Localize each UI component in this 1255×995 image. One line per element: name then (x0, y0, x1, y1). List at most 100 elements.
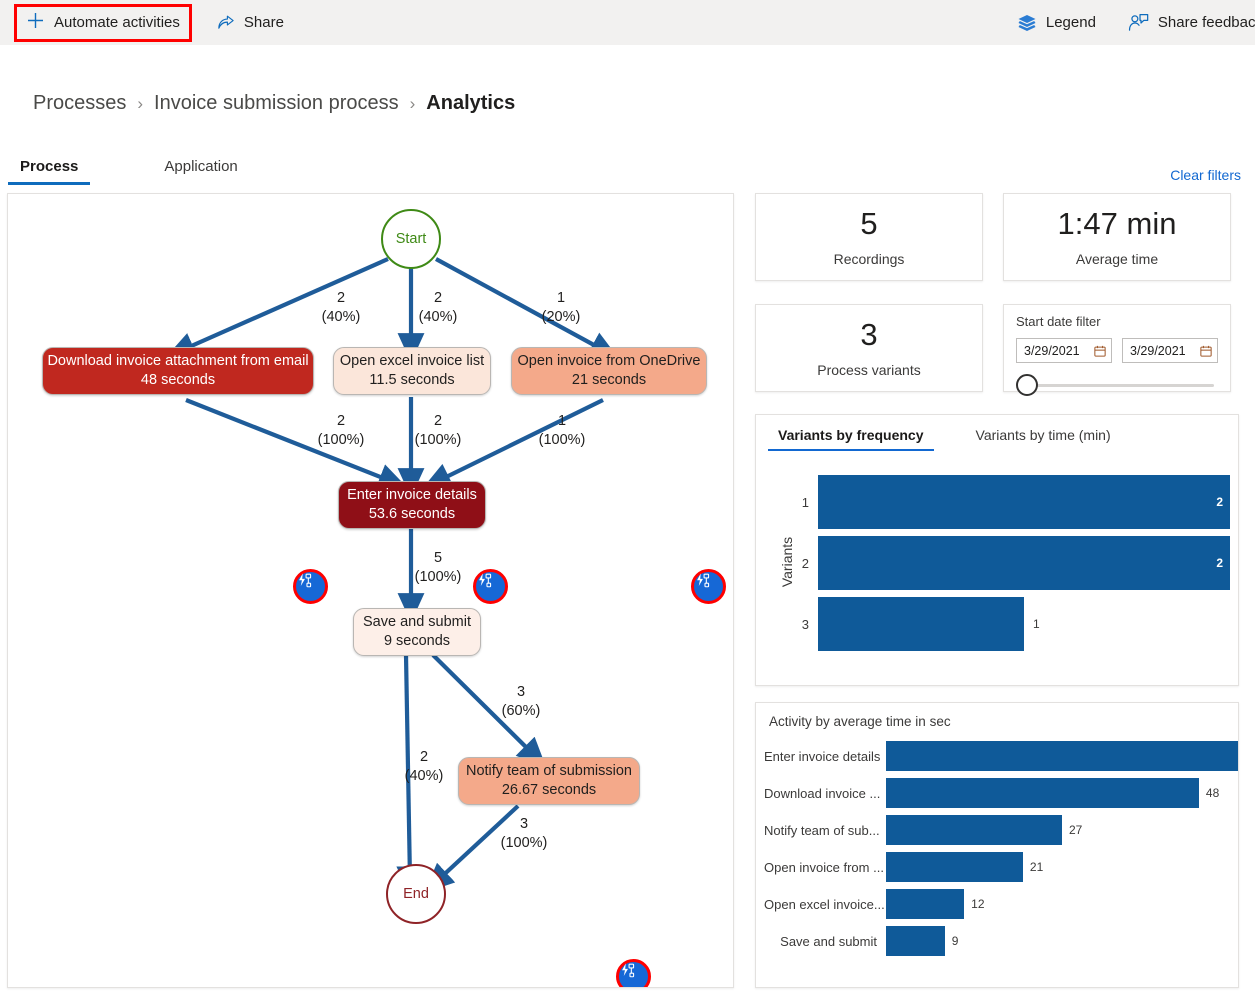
activity-bar-track: 9 (886, 926, 1238, 956)
calendar-icon[interactable] (1200, 345, 1212, 357)
automation-badge-onedrive[interactable] (691, 569, 726, 604)
variants-bar[interactable] (818, 536, 1230, 590)
person-feedback-icon (1128, 13, 1149, 33)
activity-bar-row[interactable]: Enter invoice details 5 (764, 741, 1238, 771)
process-map-edges (8, 194, 734, 988)
legend-label: Legend (1046, 14, 1096, 31)
activity-bar-track: 5 (886, 741, 1238, 771)
activity-bar-track: 48 (886, 778, 1238, 808)
share-icon (216, 13, 235, 32)
edge-label-notify-end: 3 (100%) (494, 815, 554, 852)
share-button[interactable]: Share (204, 7, 296, 39)
plus-icon (26, 11, 45, 34)
kpi-card-recordings: 5 Recordings (755, 193, 983, 281)
start-date-input[interactable]: 3/29/2021 (1016, 338, 1112, 363)
date-range-slider[interactable] (1016, 374, 1218, 396)
kpi-recordings-label: Recordings (834, 251, 905, 267)
edge-label-excel-enter: 2 (100%) (408, 412, 468, 449)
diagram-node-label-line2: 48 seconds (141, 371, 215, 390)
activity-bar-value: 21 (1030, 860, 1043, 874)
edge-pct: (60%) (491, 702, 551, 721)
edge-label-start-download: 2 (40%) (311, 289, 371, 326)
activity-bar[interactable] (886, 926, 945, 956)
automate-activities-button[interactable]: Automate activities (14, 4, 192, 42)
breadcrumb-separator-icon: › (137, 94, 143, 114)
activity-bar[interactable] (886, 815, 1062, 845)
breadcrumb: Processes › Invoice submission process ›… (33, 92, 515, 115)
tab-variants-by-frequency[interactable]: Variants by frequency (768, 427, 934, 451)
diagram-node-label-line1: Save and submit (363, 613, 471, 632)
diagram-node-end-label: End (403, 886, 429, 902)
diagram-node-save-and-submit[interactable]: Save and submit 9 seconds (353, 608, 481, 656)
activity-bar[interactable] (886, 852, 1023, 882)
variants-chart-card: Variants by frequency Variants by time (… (755, 414, 1239, 686)
automation-flow-icon (619, 962, 637, 980)
activity-bar[interactable] (886, 778, 1199, 808)
edge-pct: (40%) (311, 308, 371, 327)
diagram-node-label-line2: 21 seconds (572, 371, 646, 390)
end-date-value: 3/29/2021 (1130, 344, 1186, 358)
edge-pct: (20%) (531, 308, 591, 327)
automate-activities-label: Automate activities (54, 14, 180, 31)
variants-bar-track: 1 (818, 597, 1230, 651)
variants-chart-ylabel: Variants (779, 537, 795, 587)
variants-bar[interactable] (818, 597, 1024, 651)
tab-variants-by-time[interactable]: Variants by time (min) (966, 427, 1121, 449)
diagram-node-label-line1: Notify team of submission (466, 762, 632, 781)
kpi-average-time-label: Average time (1076, 251, 1158, 267)
edge-label-save-notify: 3 (60%) (491, 683, 551, 720)
activity-bar-row[interactable]: Download invoice ... 48 (764, 778, 1238, 808)
diagram-node-download-invoice-attachment[interactable]: Download invoice attachment from email 4… (42, 347, 314, 395)
tab-process[interactable]: Process (8, 158, 90, 185)
activity-bar-row[interactable]: Open invoice from ... 21 (764, 852, 1238, 882)
diagram-node-open-invoice-from-onedrive[interactable]: Open invoice from OneDrive 21 seconds (511, 347, 707, 395)
legend-button[interactable]: Legend (1005, 7, 1108, 39)
variants-bar-row[interactable]: 2 2 (796, 536, 1230, 590)
activity-bar-row[interactable]: Save and submit 9 (764, 926, 1238, 956)
breadcrumb-item-invoice-submission-process[interactable]: Invoice submission process (154, 92, 399, 115)
diagram-node-open-excel-invoice-list[interactable]: Open excel invoice list 11.5 seconds (333, 347, 491, 395)
edge-count: 5 (408, 549, 468, 568)
activity-bar-category: Open invoice from ... (764, 860, 886, 875)
variants-bar[interactable] (818, 475, 1230, 529)
diagram-node-notify-team-of-submission[interactable]: Notify team of submission 26.67 seconds (458, 757, 640, 805)
variants-bar-row[interactable]: 3 1 (796, 597, 1230, 651)
automation-badge-notify[interactable] (616, 959, 651, 988)
activity-bar-category: Notify team of sub... (764, 823, 886, 838)
edge-label-enter-save: 5 (100%) (408, 549, 468, 586)
activity-bar-row[interactable]: Open excel invoice... 12 (764, 889, 1238, 919)
edge-count: 2 (408, 412, 468, 431)
tab-application[interactable]: Application (152, 158, 249, 182)
activity-bar[interactable] (886, 741, 1238, 771)
edge-pct: (100%) (408, 568, 468, 587)
diagram-node-end[interactable]: End (386, 864, 446, 924)
kpi-process-variants-value: 3 (860, 318, 877, 352)
diagram-node-enter-invoice-details[interactable]: Enter invoice details 53.6 seconds (338, 481, 486, 529)
end-date-input[interactable]: 3/29/2021 (1122, 338, 1218, 363)
edge-pct: (40%) (408, 308, 468, 327)
calendar-icon[interactable] (1094, 345, 1106, 357)
edge-label-save-end: 2 (40%) (394, 748, 454, 785)
automation-badge-excel[interactable] (473, 569, 508, 604)
edge-count: 2 (394, 748, 454, 767)
automation-badge-download[interactable] (293, 569, 328, 604)
diagram-node-label-line2: 26.67 seconds (502, 781, 596, 800)
automation-flow-icon (694, 572, 712, 590)
diagram-node-label-line2: 9 seconds (384, 632, 450, 651)
variants-bar-category: 1 (796, 495, 818, 510)
diagram-node-start[interactable]: Start (381, 209, 441, 269)
kpi-card-average-time: 1:47 min Average time (1003, 193, 1231, 281)
breadcrumb-item-processes[interactable]: Processes (33, 92, 126, 115)
activity-chart-plot: Enter invoice details 5 Download invoice… (756, 735, 1238, 981)
slider-thumb[interactable] (1016, 374, 1038, 396)
clear-filters-link[interactable]: Clear filters (1170, 167, 1241, 183)
activity-bar-row[interactable]: Notify team of sub... 27 (764, 815, 1238, 845)
edge-label-start-onedrive: 1 (20%) (531, 289, 591, 326)
process-map-panel[interactable]: Start Download invoice attachment from e… (7, 193, 734, 988)
activity-bar[interactable] (886, 889, 964, 919)
variants-bar-row[interactable]: 1 2 (796, 475, 1230, 529)
variants-chart-tabs: Variants by frequency Variants by time (… (756, 415, 1238, 451)
start-date-value: 3/29/2021 (1024, 344, 1080, 358)
share-feedback-button[interactable]: Share feedback (1116, 7, 1255, 39)
date-range-row: 3/29/2021 3/29/2021 (1016, 338, 1218, 363)
